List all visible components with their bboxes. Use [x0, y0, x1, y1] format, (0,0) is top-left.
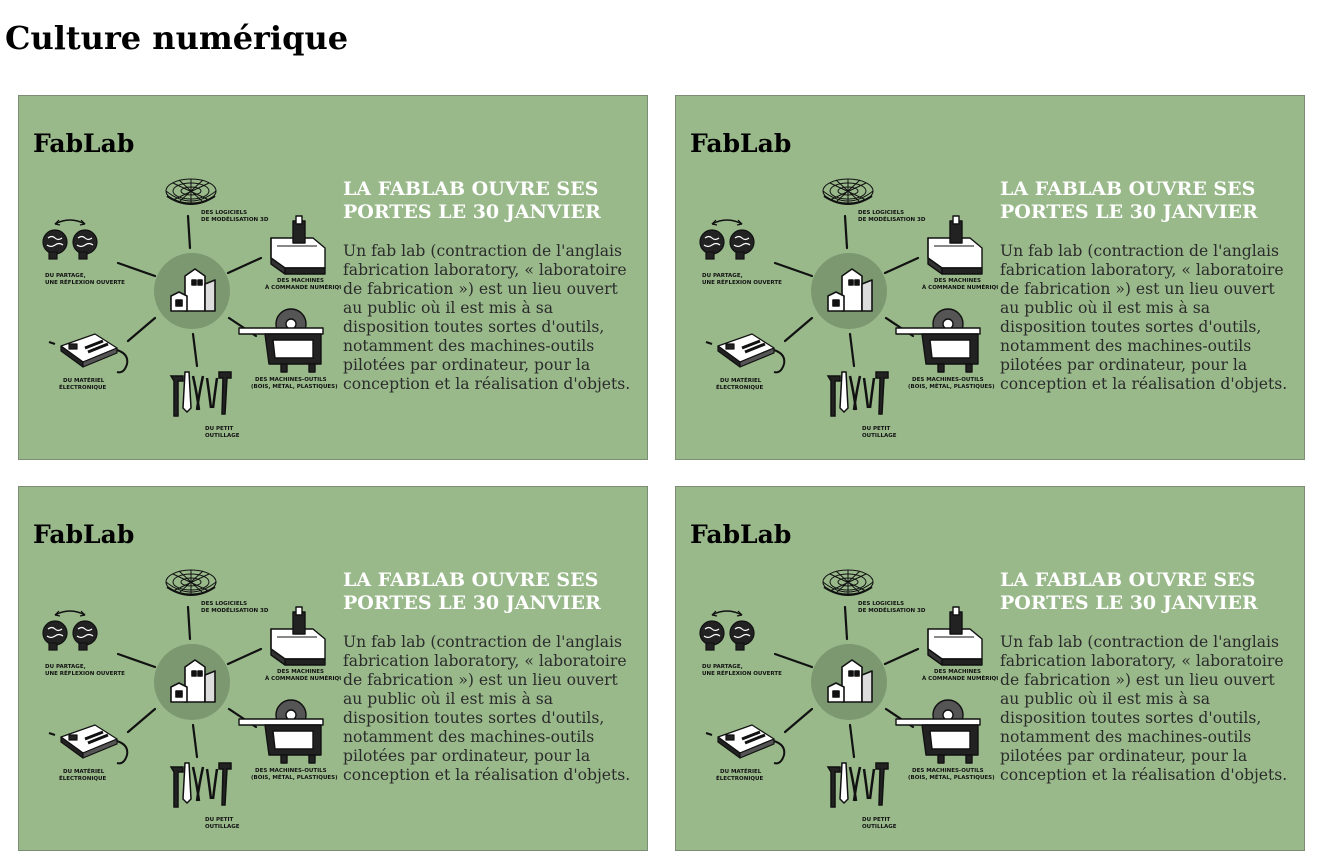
card-title: FabLab — [33, 129, 135, 158]
machine-tools-label-line2: (BOIS, MÉTAL, PLASTIQUES) — [251, 773, 338, 781]
machine-tools-label-line1: DES MACHINES-OUTILS — [912, 768, 984, 774]
cnc-machine-icon — [270, 215, 326, 275]
electronics-label-line1: DU MATÉRIEL — [63, 767, 105, 775]
tools-label-line2: OUTILLAGE — [862, 433, 897, 439]
electronics-icon — [48, 724, 129, 765]
hand-tools-icon — [169, 371, 232, 417]
sharing-label-line1: DU PARTAGE, — [45, 664, 86, 670]
cnc-label-line2: À COMMANDE NUMÉRIQUE — [265, 674, 341, 682]
sharing-label-line2: UNE RÉFLEXION OUVERTE — [702, 669, 782, 677]
tools-label-line1: DU PETIT — [205, 426, 234, 432]
mesh-icon — [165, 569, 217, 596]
card-body: Un fab lab (contraction de l'anglais fab… — [1000, 633, 1288, 784]
news-card[interactable]: FabLab DES LOGICIELS DE MODÉLISATION 3D … — [675, 95, 1305, 460]
tools-label-line1: DU PETIT — [205, 817, 234, 823]
cnc-label-line1: DES MACHINES — [934, 278, 981, 284]
cnc-machine-icon — [927, 606, 983, 666]
software-label-line2: DE MODÉLISATION 3D — [201, 606, 269, 614]
hand-tools-icon — [169, 762, 232, 808]
electronics-icon — [705, 333, 786, 374]
mesh-icon — [822, 569, 874, 596]
cnc-label-line2: À COMMANDE NUMÉRIQUE — [265, 283, 341, 291]
machine-tool-icon — [238, 308, 324, 373]
fablab-illustration: DES LOGICIELS DE MODÉLISATION 3D DU PART… — [42, 569, 341, 830]
electronics-label-line2: ÉLECTRONIQUE — [59, 774, 107, 782]
card-headline[interactable]: LA FABLAB OUVRE SES PORTES LE 30 JANVIER — [1000, 178, 1290, 224]
sharing-label-line2: UNE RÉFLEXION OUVERTE — [45, 278, 125, 286]
machine-tools-label-line1: DES MACHINES-OUTILS — [255, 377, 327, 383]
card-title: FabLab — [33, 520, 135, 549]
mesh-icon — [822, 178, 874, 205]
software-label-line2: DE MODÉLISATION 3D — [858, 215, 926, 223]
electronics-label-line1: DU MATÉRIEL — [720, 376, 762, 384]
software-label-line2: DE MODÉLISATION 3D — [201, 215, 269, 223]
card-title: FabLab — [690, 129, 792, 158]
news-card[interactable]: FabLab DES LOGICIELS DE MODÉLISATION 3D … — [675, 486, 1305, 851]
tools-label-line1: DU PETIT — [862, 817, 891, 823]
software-label-line1: DES LOGICIELS — [201, 601, 247, 607]
heads-icon — [42, 219, 98, 260]
machine-tools-label-line2: (BOIS, MÉTAL, PLASTIQUES) — [908, 382, 995, 390]
machine-tool-icon — [895, 699, 981, 764]
hand-tools-icon — [826, 762, 889, 808]
card-body: Un fab lab (contraction de l'anglais fab… — [343, 633, 631, 784]
heads-icon — [699, 219, 755, 260]
card-headline[interactable]: LA FABLAB OUVRE SES PORTES LE 30 JANVIER — [1000, 569, 1290, 615]
card-headline[interactable]: LA FABLAB OUVRE SES PORTES LE 30 JANVIER — [343, 569, 633, 615]
mesh-icon — [165, 178, 217, 205]
news-card[interactable]: FabLab DES LOGICIELS DE MODÉLISATION 3D … — [18, 486, 648, 851]
news-card[interactable]: FabLab DES LOGICIELS DE MODÉLISATION 3D … — [18, 95, 648, 460]
page-title: Culture numérique — [5, 19, 349, 57]
software-label-line1: DES LOGICIELS — [858, 601, 904, 607]
machine-tool-icon — [238, 699, 324, 764]
software-label-line1: DES LOGICIELS — [858, 210, 904, 216]
cnc-machine-icon — [927, 215, 983, 275]
software-label-line1: DES LOGICIELS — [201, 210, 247, 216]
electronics-label-line2: ÉLECTRONIQUE — [59, 383, 107, 391]
cnc-label-line2: À COMMANDE NUMÉRIQUE — [922, 283, 998, 291]
cnc-label-line1: DES MACHINES — [934, 669, 981, 675]
cnc-label-line1: DES MACHINES — [277, 669, 324, 675]
sharing-label-line2: UNE RÉFLEXION OUVERTE — [45, 669, 125, 677]
machine-tool-icon — [895, 308, 981, 373]
electronics-icon — [705, 724, 786, 765]
tools-label-line2: OUTILLAGE — [205, 824, 240, 830]
software-label-line2: DE MODÉLISATION 3D — [858, 606, 926, 614]
electronics-label-line2: ÉLECTRONIQUE — [716, 774, 764, 782]
machine-tools-label-line1: DES MACHINES-OUTILS — [255, 768, 327, 774]
machine-tools-label-line1: DES MACHINES-OUTILS — [912, 377, 984, 383]
card-grid: FabLab DES LOGICIELS DE MODÉLISATION 3D … — [18, 95, 1305, 851]
tools-label-line2: OUTILLAGE — [205, 433, 240, 439]
cnc-label-line1: DES MACHINES — [277, 278, 324, 284]
hand-tools-icon — [826, 371, 889, 417]
machine-tools-label-line2: (BOIS, MÉTAL, PLASTIQUES) — [251, 382, 338, 390]
machine-tools-label-line2: (BOIS, MÉTAL, PLASTIQUES) — [908, 773, 995, 781]
card-headline[interactable]: LA FABLAB OUVRE SES PORTES LE 30 JANVIER — [343, 178, 633, 224]
electronics-label-line1: DU MATÉRIEL — [720, 767, 762, 775]
tools-label-line2: OUTILLAGE — [862, 824, 897, 830]
electronics-label-line1: DU MATÉRIEL — [63, 376, 105, 384]
sharing-label-line1: DU PARTAGE, — [702, 664, 743, 670]
card-title: FabLab — [690, 520, 792, 549]
fablab-illustration: DES LOGICIELS DE MODÉLISATION 3D DU PART… — [699, 569, 998, 830]
cnc-machine-icon — [270, 606, 326, 666]
electronics-icon — [48, 333, 129, 374]
heads-icon — [42, 610, 98, 651]
electronics-label-line2: ÉLECTRONIQUE — [716, 383, 764, 391]
fablab-illustration: DES LOGICIELS DE MODÉLISATION 3D DU PART… — [42, 178, 341, 439]
cnc-label-line2: À COMMANDE NUMÉRIQUE — [922, 674, 998, 682]
tools-label-line1: DU PETIT — [862, 426, 891, 432]
card-body: Un fab lab (contraction de l'anglais fab… — [343, 242, 631, 393]
sharing-label-line1: DU PARTAGE, — [702, 273, 743, 279]
heads-icon — [699, 610, 755, 651]
fablab-illustration: DES LOGICIELS DE MODÉLISATION 3D DU PART… — [699, 178, 998, 439]
sharing-label-line2: UNE RÉFLEXION OUVERTE — [702, 278, 782, 286]
sharing-label-line1: DU PARTAGE, — [45, 273, 86, 279]
card-body: Un fab lab (contraction de l'anglais fab… — [1000, 242, 1288, 393]
